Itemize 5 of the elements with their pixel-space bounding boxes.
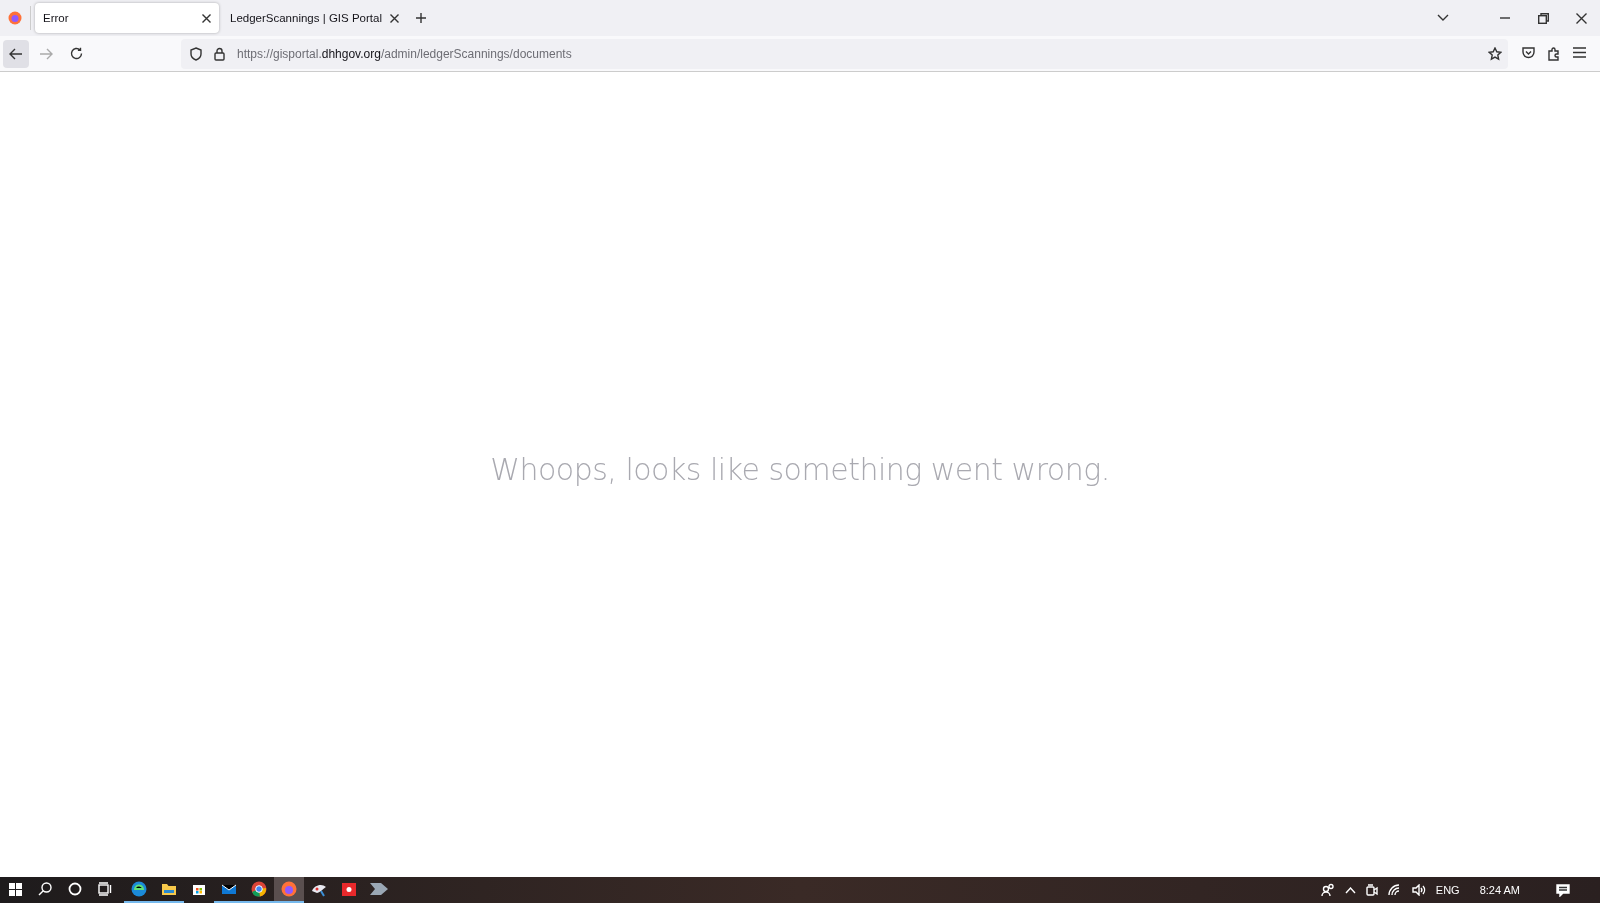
input-language[interactable]: ENG (1435, 884, 1460, 896)
clock-time[interactable]: 8:24 AM (1479, 884, 1520, 896)
browser-tab[interactable]: LedgerScannings | GIS Portal (222, 3, 406, 33)
browser-tab[interactable]: Error (35, 3, 219, 33)
error-message: Whoops, looks like something went wrong. (490, 452, 1110, 487)
